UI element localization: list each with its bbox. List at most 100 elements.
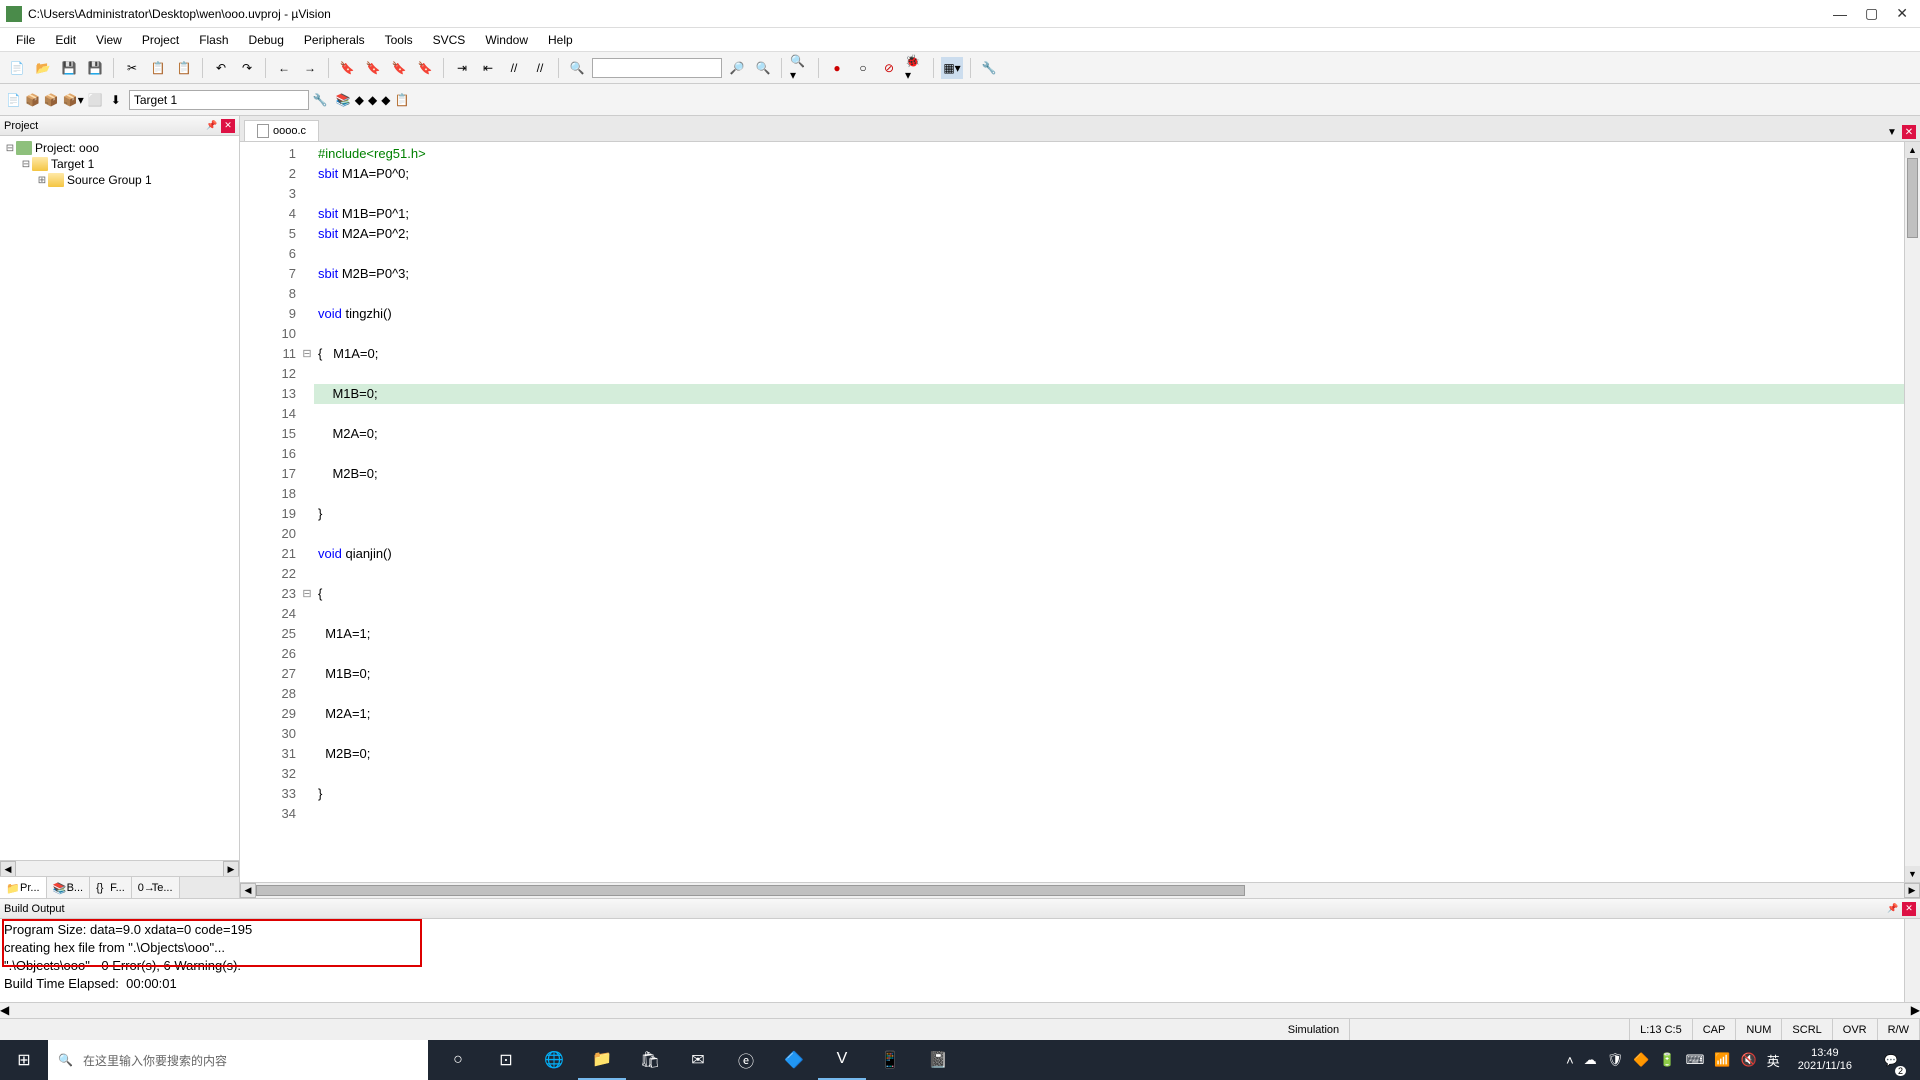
fold-column[interactable]: ⊟⊟	[300, 142, 314, 882]
tray-app-icon[interactable]: 🔶	[1633, 1052, 1649, 1068]
scroll-up-button[interactable]: ▲	[1905, 142, 1920, 158]
scroll-left-button[interactable]: ◀	[240, 883, 256, 898]
target-select[interactable]: Target 1	[129, 90, 309, 110]
bookmark-prev-button[interactable]: 🔖	[362, 57, 384, 79]
tray-wifi-icon[interactable]: 📶	[1714, 1052, 1730, 1068]
tray-onedrive-icon[interactable]: ☁	[1584, 1052, 1597, 1068]
breakpoint-insert-button[interactable]: ●	[826, 57, 848, 79]
breakpoint-enable-button[interactable]: ○	[852, 57, 874, 79]
tray-chevron-icon[interactable]: ˄	[1566, 1053, 1574, 1068]
tab-functions[interactable]: {}F...	[90, 877, 132, 898]
find-combo[interactable]	[592, 58, 722, 78]
close-panel-button[interactable]: ✕	[221, 119, 235, 133]
close-button[interactable]: ✕	[1896, 5, 1908, 22]
pin-icon[interactable]: 📌	[205, 119, 219, 133]
tab-close-button[interactable]: ✕	[1902, 125, 1916, 139]
build-output-content[interactable]: Program Size: data=9.0 xdata=0 code=195c…	[0, 919, 1904, 1002]
scroll-track[interactable]	[16, 861, 223, 876]
outdent-button[interactable]: ⇤	[477, 57, 499, 79]
nav-forward-button[interactable]: →	[299, 57, 321, 79]
breakpoint-kill-button[interactable]: 🐞▾	[904, 57, 926, 79]
project-tree[interactable]: ⊟ Project: ooo ⊟ Target 1 ⊞ Source Group…	[0, 136, 239, 860]
scroll-right-button[interactable]: ▶	[223, 861, 239, 877]
tree-root[interactable]: ⊟ Project: ooo	[4, 140, 235, 156]
scroll-track[interactable]	[256, 883, 1904, 898]
window-layout-button[interactable]: ▦▾	[941, 57, 963, 79]
translate-button[interactable]: 📄	[6, 93, 21, 107]
editor-vscrollbar[interactable]: ▲ ▼	[1904, 142, 1920, 882]
menu-tools[interactable]: Tools	[375, 31, 423, 49]
rebuild-button[interactable]: 📦	[44, 93, 59, 107]
close-panel-button[interactable]: ✕	[1902, 902, 1916, 916]
tray-ime-label[interactable]: 英	[1767, 1051, 1780, 1070]
menu-project[interactable]: Project	[132, 31, 189, 49]
menu-window[interactable]: Window	[475, 31, 538, 49]
debug-button[interactable]: 🔍▾	[789, 57, 811, 79]
find-button[interactable]: 🔍	[566, 57, 588, 79]
save-button[interactable]: 💾	[58, 57, 80, 79]
start-button[interactable]: ⊞	[0, 1040, 48, 1080]
tray-keyboard-icon[interactable]: ⌨	[1686, 1052, 1705, 1068]
taskbar-clock[interactable]: 13:49 2021/11/16	[1790, 1047, 1860, 1073]
tray-volume-icon[interactable]: 🔇	[1741, 1052, 1757, 1068]
target-options-button[interactable]: 🔧	[313, 93, 328, 107]
find-in-files-button[interactable]: 🔎	[726, 57, 748, 79]
redo-button[interactable]: ↷	[236, 57, 258, 79]
scroll-thumb[interactable]	[1907, 158, 1918, 238]
incremental-find-button[interactable]: 🔍	[752, 57, 774, 79]
editor-hscrollbar[interactable]: ◀ ▶	[240, 882, 1920, 898]
stop-build-button[interactable]: ⬜	[88, 93, 103, 107]
uncomment-button[interactable]: //	[529, 57, 551, 79]
comment-button[interactable]: //	[503, 57, 525, 79]
mail-icon[interactable]: ✉	[674, 1040, 722, 1080]
expand-icon[interactable]: ⊟	[4, 143, 16, 154]
build-button[interactable]: 📦	[25, 93, 40, 107]
bookmark-clear-button[interactable]: 🔖	[414, 57, 436, 79]
bookmark-button[interactable]: 🔖	[336, 57, 358, 79]
code-editor[interactable]: 1234567891011121314151617181920212223242…	[240, 142, 1920, 882]
ie-icon[interactable]: ⓔ	[722, 1040, 770, 1080]
task-view-icon[interactable]: ⊡	[482, 1040, 530, 1080]
bookmark-next-button[interactable]: 🔖	[388, 57, 410, 79]
edge-icon[interactable]: 🌐	[530, 1040, 578, 1080]
project-hscrollbar[interactable]: ◀ ▶	[0, 860, 239, 876]
code-content[interactable]: #include<reg51.h>sbit M1A=P0^0;sbit M1B=…	[314, 142, 1904, 882]
pack-installer-button[interactable]: ◆	[368, 93, 377, 107]
tab-dropdown-button[interactable]: ▼	[1885, 125, 1899, 139]
scroll-left-button[interactable]: ◀	[0, 1003, 9, 1018]
editor-tab-active[interactable]: oooo.c	[244, 120, 319, 141]
tree-group[interactable]: ⊞ Source Group 1	[4, 172, 235, 188]
scroll-right-button[interactable]: ▶	[1911, 1003, 1920, 1018]
tab-books[interactable]: 📚B...	[47, 877, 91, 898]
save-all-button[interactable]: 💾	[84, 57, 106, 79]
cut-button[interactable]: ✂	[121, 57, 143, 79]
scroll-left-button[interactable]: ◀	[0, 861, 16, 877]
notifications-button[interactable]: 💬2	[1870, 1040, 1912, 1080]
paste-button[interactable]: 📋	[173, 57, 195, 79]
scroll-thumb[interactable]	[256, 885, 1245, 896]
indent-button[interactable]: ⇥	[451, 57, 473, 79]
app-icon-1[interactable]: 🔷	[770, 1040, 818, 1080]
scroll-down-button[interactable]: ▼	[1905, 866, 1920, 882]
menu-edit[interactable]: Edit	[45, 31, 86, 49]
menu-view[interactable]: View	[86, 31, 132, 49]
new-file-button[interactable]: 📄	[6, 57, 28, 79]
select-packs-button[interactable]: ◆	[355, 93, 364, 107]
batch-build-button[interactable]: 📦▾	[63, 93, 84, 107]
menu-peripherals[interactable]: Peripherals	[294, 31, 375, 49]
menu-debug[interactable]: Debug	[239, 31, 294, 49]
download-button[interactable]: ⬇	[111, 93, 121, 107]
build-output-vscrollbar[interactable]	[1904, 919, 1920, 1002]
store-icon[interactable]: 🛍	[626, 1040, 674, 1080]
menu-file[interactable]: File	[6, 31, 45, 49]
build-output-hscrollbar[interactable]: ◀ ▶	[0, 1002, 1920, 1018]
configure-button[interactable]: 🔧	[978, 57, 1000, 79]
menu-help[interactable]: Help	[538, 31, 583, 49]
maximize-button[interactable]: ▢	[1865, 5, 1878, 22]
undo-button[interactable]: ↶	[210, 57, 232, 79]
options-button2[interactable]: 📋	[394, 93, 409, 107]
cortana-icon[interactable]: ○	[434, 1040, 482, 1080]
expand-icon[interactable]: ⊟	[20, 159, 32, 170]
tab-project[interactable]: 📁Pr...	[0, 877, 47, 898]
taskbar-search[interactable]: 🔍 在这里输入你要搜索的内容	[48, 1040, 428, 1080]
